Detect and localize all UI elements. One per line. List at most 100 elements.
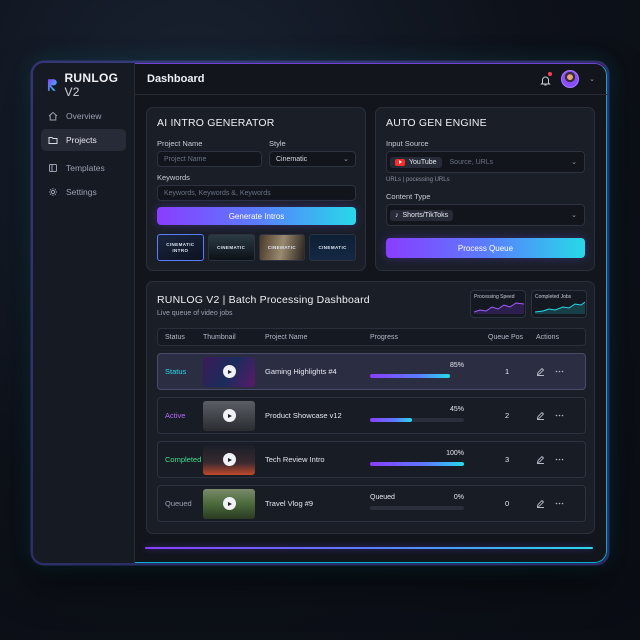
keywords-input[interactable]: Keywords, Keywords &, Keywords — [157, 185, 356, 201]
content-type-select[interactable]: ♪ Shorts/TikToks ⌄ — [386, 204, 585, 226]
style-label: Style — [269, 139, 286, 148]
column-header[interactable]: Actions — [536, 334, 585, 341]
input-source-field[interactable]: YouTube Source, URLs ⌄ — [386, 151, 585, 173]
play-icon[interactable] — [222, 497, 236, 510]
queue-position: 1 — [505, 367, 510, 376]
status-badge: Status — [165, 367, 187, 376]
play-icon[interactable] — [222, 453, 236, 466]
edit-icon[interactable] — [536, 367, 545, 376]
batch-title: RUNLOG V2 | Batch Processing Dashboard — [157, 294, 370, 306]
progress-percent: 45% — [449, 405, 464, 413]
more-icon[interactable] — [555, 455, 564, 464]
table-row[interactable]: Active Product Showcase v12 45% 2 — [157, 397, 586, 434]
progress-cell: 100% — [370, 449, 488, 471]
notification-button[interactable] — [540, 72, 553, 86]
video-thumbnail[interactable] — [203, 356, 255, 387]
intro-generator-card: AI INTRO GENERATOR Project Name Project … — [146, 107, 366, 271]
generate-intros-button[interactable]: Generate Intros — [157, 207, 356, 225]
play-icon[interactable] — [222, 409, 236, 422]
sidebar-item-overview[interactable]: Overview — [41, 105, 126, 127]
chevron-down-icon: ⌄ — [343, 156, 349, 163]
logo[interactable]: RUNLOG V2 — [33, 63, 134, 99]
progress-fill — [370, 373, 450, 378]
intro-thumbnail[interactable]: CINEMATIC — [207, 234, 255, 261]
intro-thumbnail[interactable]: CINEMATIC INTRO — [157, 234, 204, 261]
bottom-accent-bar — [145, 547, 593, 549]
column-header[interactable]: Project Name — [265, 334, 370, 341]
batch-card: RUNLOG V2 | Batch Processing Dashboard L… — [146, 281, 595, 534]
app-window: RUNLOG V2 Overview Projects Templates Se… — [32, 62, 608, 564]
column-header[interactable]: Status — [158, 334, 203, 341]
thumbnail-cell — [203, 444, 265, 475]
video-thumbnail[interactable] — [203, 488, 255, 519]
sidebar-item-label: Settings — [66, 187, 97, 197]
thumbnail-cell — [203, 488, 265, 519]
column-header[interactable]: Thumbnail — [203, 334, 265, 341]
style-select[interactable]: Cinematic ⌄ — [269, 151, 356, 167]
edit-icon[interactable] — [536, 499, 545, 508]
style-value: Cinematic — [276, 155, 308, 163]
project-name-label: Project Name — [157, 139, 203, 148]
table-row[interactable]: Completed Tech Review Intro 100% 3 — [157, 441, 586, 478]
more-icon[interactable] — [555, 367, 564, 376]
video-thumbnail[interactable] — [203, 444, 255, 475]
table-row[interactable]: Status Gaming Highlights #4 85% 1 — [157, 353, 586, 390]
project-name: Tech Review Intro — [265, 455, 325, 464]
status-badge: Queued — [165, 499, 192, 508]
progress-cell: Queued 0% — [370, 493, 488, 515]
sidebar-nav: Overview Projects Templates Settings — [33, 105, 134, 203]
thumbnail-cell — [203, 356, 265, 387]
column-header[interactable]: Queue Pos — [488, 334, 536, 341]
play-icon[interactable] — [222, 365, 236, 378]
progress-percent: 85% — [449, 361, 464, 369]
youtube-chip[interactable]: YouTube — [390, 156, 442, 168]
youtube-icon — [395, 158, 405, 166]
progress-percent: 100% — [446, 449, 464, 457]
queue-position: 3 — [505, 455, 510, 464]
progress-track — [370, 505, 464, 510]
progress-track — [370, 417, 464, 422]
page-title: Dashboard — [147, 72, 205, 85]
more-icon[interactable] — [555, 411, 564, 420]
status-badge: Active — [165, 411, 186, 420]
input-source-label: Input Source — [386, 139, 429, 148]
row-actions — [536, 455, 585, 464]
sidebar-item-settings[interactable]: Settings — [41, 181, 126, 203]
progress-percent: 0% — [453, 493, 464, 501]
project-name: Gaming Highlights #4 — [265, 367, 337, 376]
app-name: RUNLOG V2 — [64, 71, 119, 99]
progress-fill — [370, 417, 413, 422]
more-icon[interactable] — [555, 499, 564, 508]
logo-mark-icon — [47, 79, 57, 91]
home-icon — [48, 111, 58, 121]
edit-icon[interactable] — [536, 455, 545, 464]
avatar[interactable] — [561, 69, 580, 88]
progress-cell: 85% — [370, 361, 488, 383]
row-actions — [536, 411, 585, 420]
row-actions — [536, 367, 585, 376]
intro-thumbnail[interactable]: CINEMATIC — [309, 234, 356, 261]
sidebar: RUNLOG V2 Overview Projects Templates Se… — [33, 63, 135, 563]
table-row[interactable]: Queued Travel Vlog #9 Queued 0% 0 — [157, 485, 586, 522]
progress-track — [370, 461, 464, 466]
intro-thumbnail[interactable]: CINEMATIC — [258, 234, 306, 261]
column-header[interactable]: Progress — [370, 334, 488, 341]
edit-icon[interactable] — [536, 411, 545, 420]
sidebar-item-templates[interactable]: Templates — [41, 157, 126, 179]
video-thumbnail[interactable] — [203, 400, 255, 431]
progress-fill — [370, 461, 464, 466]
table-header: Status Thumbnail Project Name Progress Q… — [157, 328, 586, 346]
auto-gen-title: AUTO GEN ENGINE — [386, 117, 487, 129]
bell-icon — [540, 76, 551, 86]
source-placeholder: Source, URLs — [449, 158, 494, 166]
process-queue-button[interactable]: Process Queue — [386, 238, 585, 258]
chevron-down-icon[interactable]: ⌄ — [589, 75, 595, 83]
intro-thumbnails: CINEMATIC INTRO CINEMATIC CINEMATIC CINE… — [157, 234, 356, 261]
folder-icon — [48, 137, 58, 144]
sidebar-item-projects[interactable]: Projects — [41, 129, 126, 151]
progress-track — [370, 373, 464, 378]
processing-speed-sparkline — [474, 302, 524, 314]
completed-jobs-sparkline — [535, 301, 585, 314]
project-name-input[interactable]: Project Name — [157, 151, 262, 167]
sidebar-item-label: Projects — [66, 135, 97, 145]
